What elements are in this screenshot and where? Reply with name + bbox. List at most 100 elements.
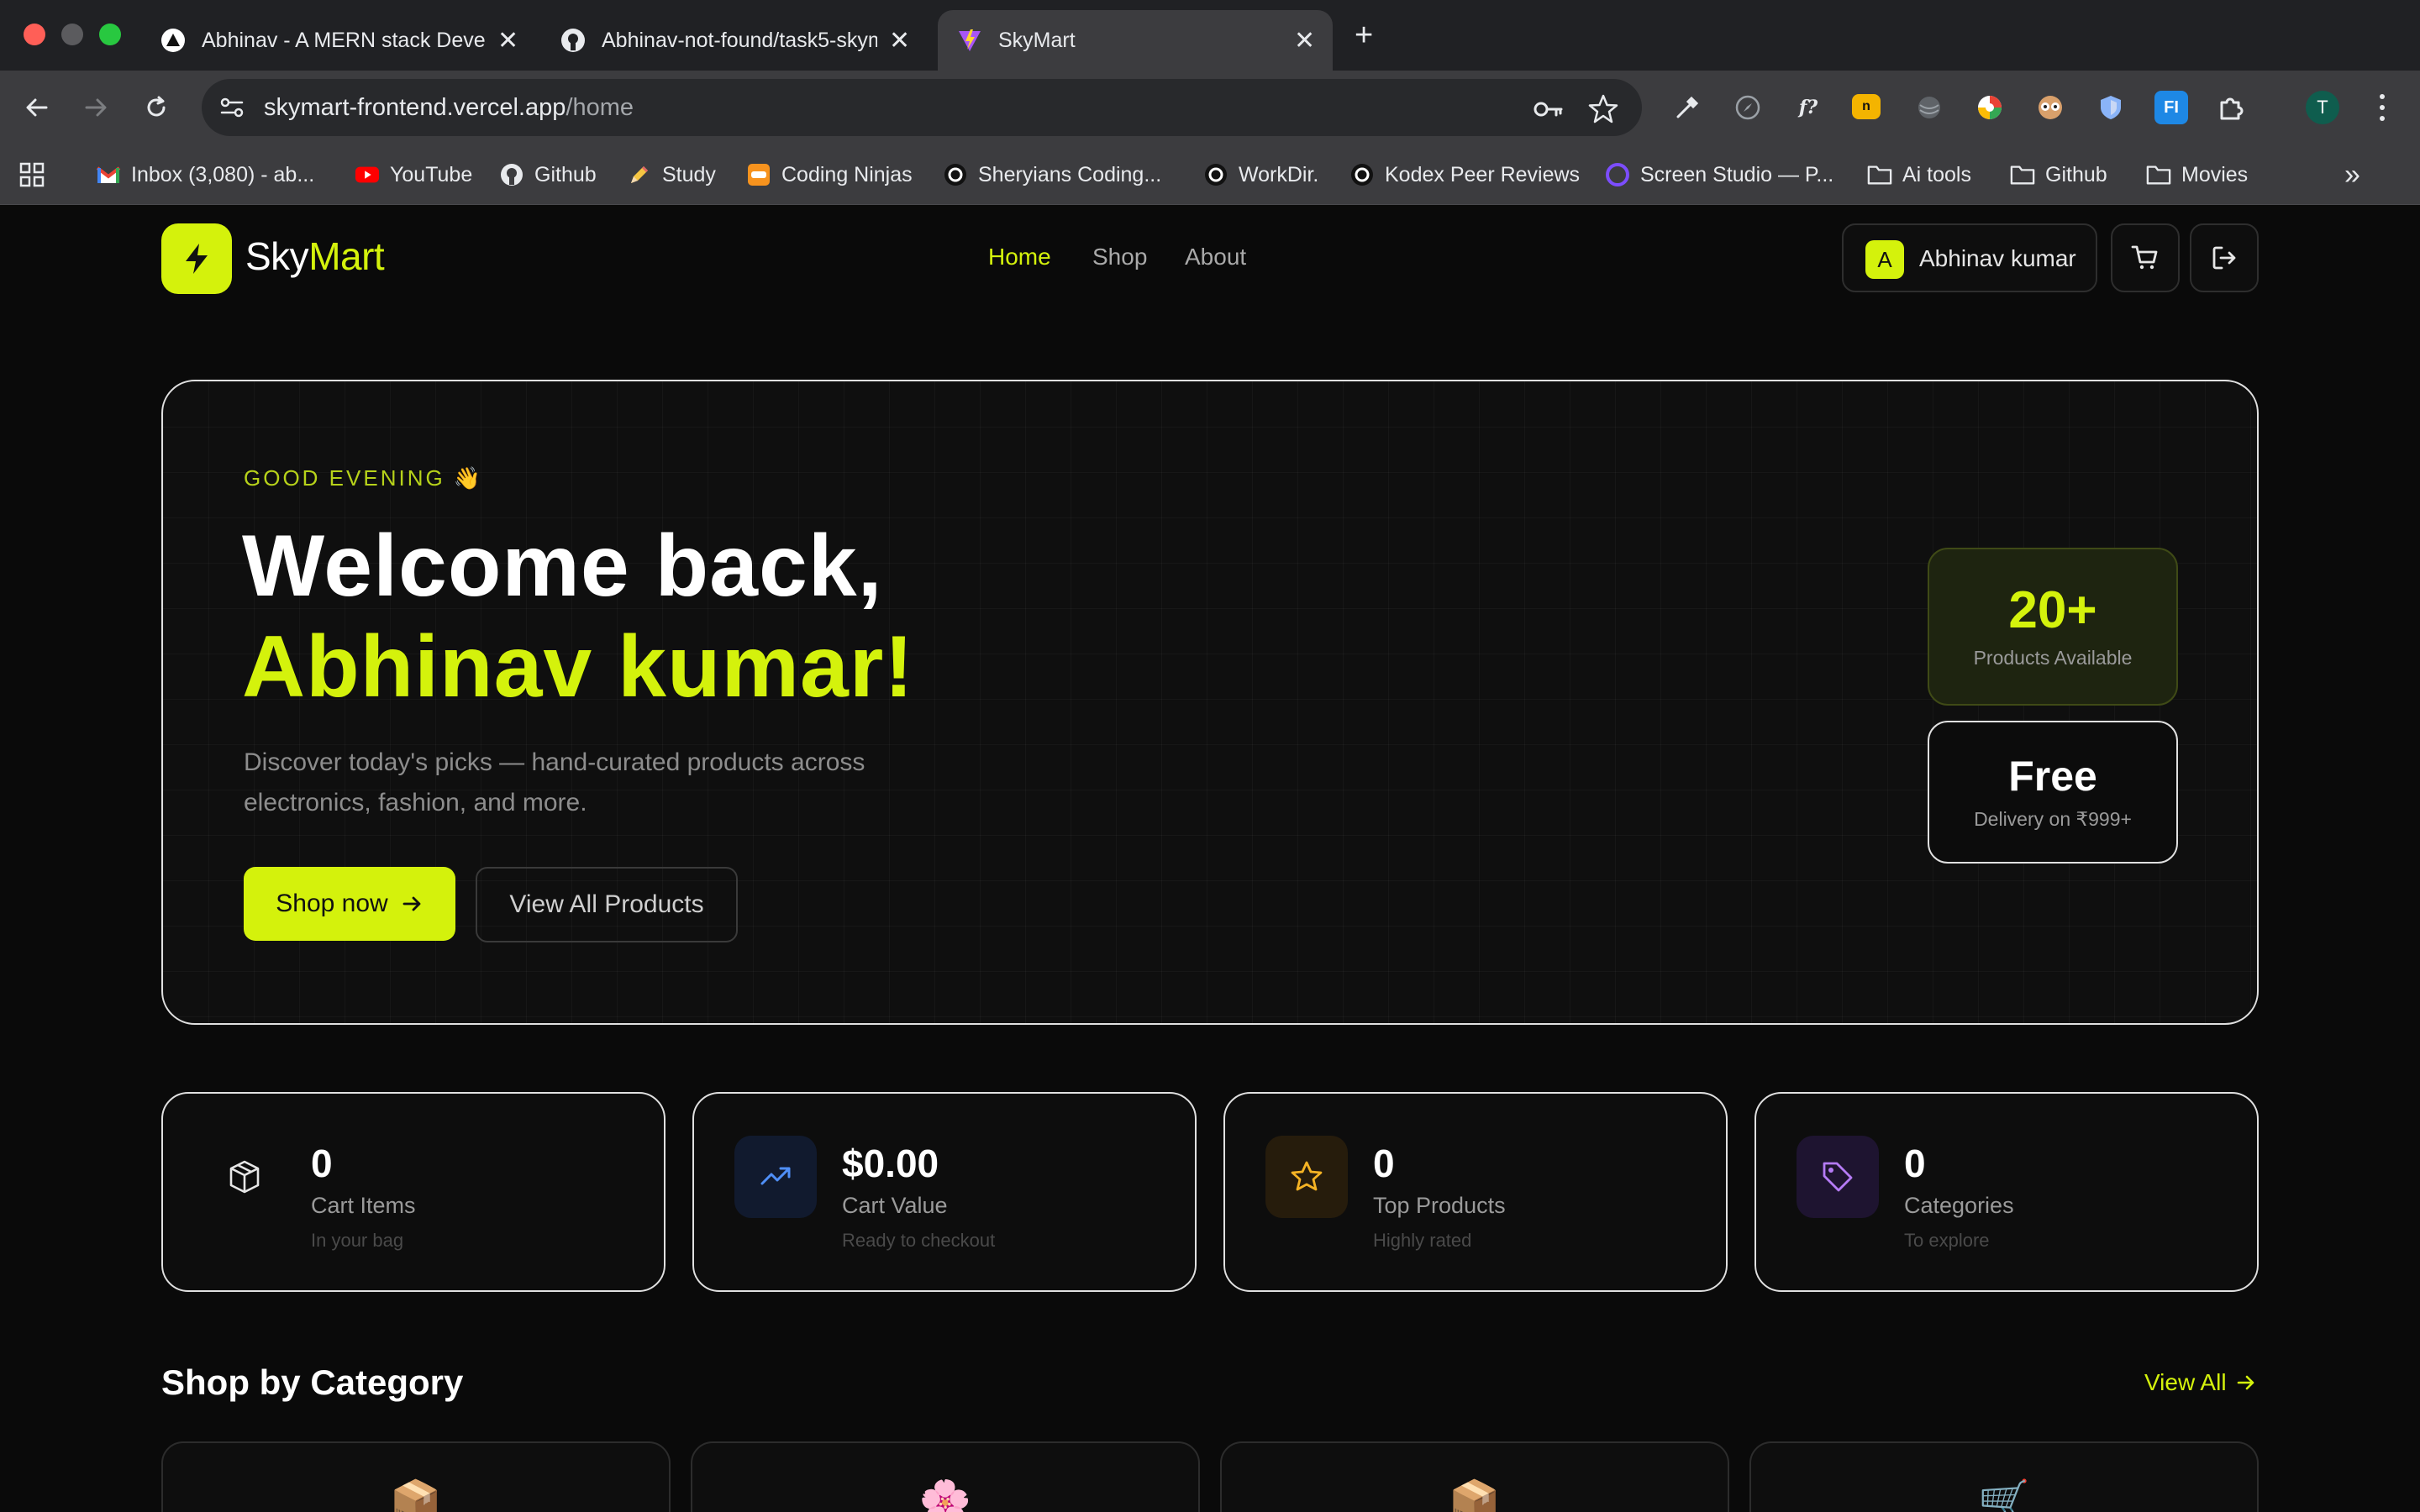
shop-now-label: Shop now	[276, 890, 388, 917]
browser-tab[interactable]: Abhinav-not-found/task5-skymart ✕	[541, 10, 928, 71]
url-text: skymart-frontend.vercel.app/home	[264, 94, 634, 122]
category-card[interactable]: 🌸	[691, 1441, 1200, 1512]
close-window-button[interactable]	[24, 24, 45, 45]
bookmark-item[interactable]: Screen Studio — P...	[1605, 160, 1833, 190]
bookmark-item[interactable]: Inbox (3,080) - ab...	[96, 160, 314, 190]
bookmark-item[interactable]: YouTube	[355, 160, 472, 190]
user-menu-button[interactable]: A Abhinav kumar	[1842, 223, 2097, 292]
vpn-icon[interactable]	[1912, 91, 1946, 124]
package-icon	[203, 1136, 286, 1218]
free-delivery-value: Free	[2008, 753, 2097, 800]
logout-button[interactable]	[2190, 223, 2259, 292]
back-arrow-icon[interactable]	[18, 89, 55, 126]
category-card[interactable]: 📦	[161, 1441, 671, 1512]
close-tab-icon[interactable]: ✕	[1294, 26, 1315, 55]
kodex-icon	[1349, 162, 1375, 187]
cart-button[interactable]	[2111, 223, 2180, 292]
fi-icon[interactable]: FI	[2154, 91, 2188, 124]
github-icon	[499, 162, 524, 187]
cart-items-card: 0 Cart Items In your bag	[161, 1092, 666, 1292]
bookmark-folder[interactable]: Github	[2010, 160, 2107, 190]
note-icon[interactable]: n	[1852, 94, 1881, 119]
view-all-categories-link[interactable]: View All	[2144, 1369, 2257, 1396]
nav-about[interactable]: About	[1185, 244, 1246, 270]
category-card[interactable]: 📦	[1220, 1441, 1729, 1512]
color-picker-icon[interactable]	[1973, 91, 2007, 124]
browser-tab-bar: Abhinav - A MERN stack Developer ✕ Abhin…	[0, 0, 2420, 71]
headline-line-2: Abhinav kumar!	[242, 618, 914, 716]
user-name: Abhinav kumar	[1919, 245, 2076, 271]
shield-icon[interactable]	[2094, 91, 2128, 124]
folder-icon	[2010, 162, 2035, 187]
coding-ninjas-icon	[746, 162, 771, 187]
categories-value: 0	[1904, 1142, 1926, 1185]
password-key-icon[interactable]	[1531, 92, 1565, 126]
reader-icon[interactable]	[2033, 91, 2067, 124]
bookmark-label: Movies	[2181, 162, 2249, 186]
compass-icon[interactable]	[1731, 91, 1765, 124]
tab-title: SkyMart	[998, 28, 1076, 52]
address-bar[interactable]: skymart-frontend.vercel.app/home	[202, 79, 1642, 136]
shopping-cart-emoji-icon: 🛒	[1977, 1478, 2031, 1512]
brand-name[interactable]: SkyMart	[245, 234, 385, 279]
forward-arrow-icon[interactable]	[77, 89, 114, 126]
puzzle-icon[interactable]	[2215, 91, 2249, 124]
bookmarks-overflow-icon[interactable]: »	[2344, 159, 2360, 191]
cart-items-value: 0	[311, 1142, 333, 1185]
bookmark-star-icon[interactable]	[1586, 92, 1620, 126]
logo-bolt-icon[interactable]	[161, 223, 232, 294]
pencil-icon	[627, 162, 652, 187]
arrow-right-icon	[2237, 1375, 2254, 1390]
site-settings-icon[interactable]	[217, 92, 247, 123]
url-host: skymart-frontend.vercel.app	[264, 94, 566, 121]
nav-home[interactable]: Home	[988, 244, 1051, 270]
gmail-icon	[96, 162, 121, 187]
cart-value-label: Cart Value	[842, 1193, 948, 1218]
bookmark-item[interactable]: Kodex Peer Reviews	[1349, 160, 1580, 190]
cart-value-value: $0.00	[842, 1142, 939, 1185]
tab-title: Abhinav-not-found/task5-skymart	[602, 28, 877, 52]
maximize-window-button[interactable]	[99, 24, 121, 45]
vite-favicon-icon	[956, 27, 983, 54]
bookmark-label: Inbox (3,080) - ab...	[131, 162, 315, 186]
top-products-card: 0 Top Products Highly rated	[1223, 1092, 1728, 1292]
profile-avatar[interactable]: T	[2306, 91, 2339, 124]
close-tab-icon[interactable]: ✕	[497, 26, 518, 55]
bookmark-item[interactable]: Coding Ninjas	[746, 160, 913, 190]
brand-part-1: Sky	[245, 234, 309, 278]
eyedropper-icon[interactable]	[1670, 91, 1704, 124]
reload-icon[interactable]	[138, 89, 175, 126]
flower-emoji-icon: 🌸	[918, 1478, 972, 1512]
nav-shop[interactable]: Shop	[1092, 244, 1147, 270]
shop-now-button[interactable]: Shop now	[244, 867, 455, 941]
close-tab-icon[interactable]: ✕	[889, 26, 910, 55]
trending-up-icon	[734, 1136, 817, 1218]
browser-tab-active[interactable]: SkyMart ✕	[938, 10, 1333, 71]
greeting-text: GOOD EVENING 👋	[244, 465, 484, 491]
apps-grid-icon[interactable]	[18, 160, 45, 190]
bookmark-item[interactable]: WorkDir.	[1203, 160, 1318, 190]
hero-subtext: Discover today's picks — hand-curated pr…	[244, 748, 865, 816]
browser-tab[interactable]: Abhinav - A MERN stack Developer ✕	[141, 10, 536, 71]
categories-label: Categories	[1904, 1193, 2014, 1218]
screen-studio-icon	[1605, 162, 1630, 187]
top-products-sub: Highly rated	[1373, 1230, 1472, 1251]
menu-kebab-icon[interactable]	[2370, 91, 2395, 124]
package-emoji-icon: 📦	[1448, 1478, 1502, 1512]
free-delivery-label: Delivery on ₹999+	[1974, 808, 2132, 830]
minimize-window-button[interactable]	[61, 24, 83, 45]
github-favicon-icon	[560, 27, 587, 54]
bookmark-folder[interactable]: Ai tools	[1867, 160, 1971, 190]
category-card[interactable]: 🛒	[1749, 1441, 2259, 1512]
shop-by-category-heading: Shop by Category	[161, 1362, 464, 1402]
hero-headline: Welcome back, Abhinav kumar!	[242, 516, 914, 717]
bookmark-folder[interactable]: Movies	[2146, 160, 2248, 190]
bookmark-item[interactable]: Study	[627, 160, 716, 190]
font-identifier-icon[interactable]: f?	[1791, 91, 1825, 124]
bookmark-item[interactable]: Sheryians Coding...	[943, 160, 1161, 190]
view-all-products-button[interactable]: View All Products	[476, 867, 738, 942]
top-products-value: 0	[1373, 1142, 1395, 1185]
bookmark-item[interactable]: Github	[499, 160, 597, 190]
new-tab-button[interactable]: +	[1355, 18, 1373, 52]
headline-line-1: Welcome back,	[242, 517, 883, 615]
